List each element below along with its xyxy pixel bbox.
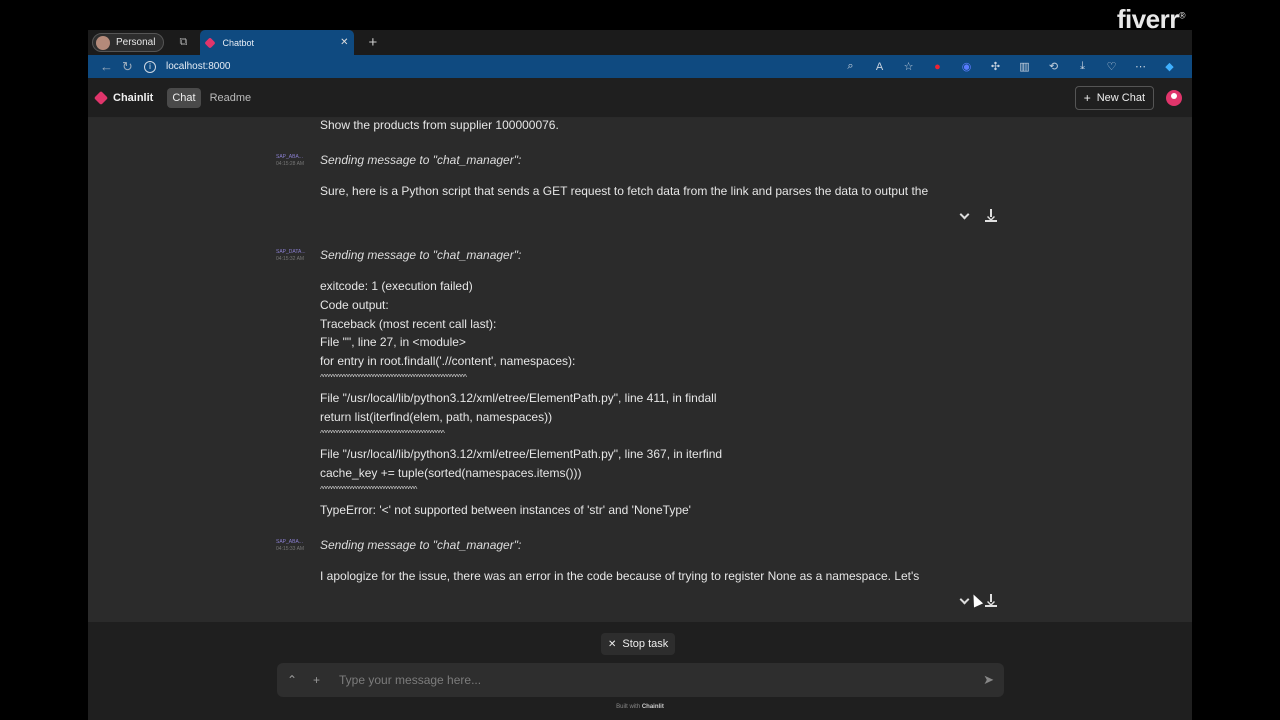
url-text: localhost:8000 [166, 61, 231, 72]
favorite-star-icon[interactable]: ☆ [894, 60, 923, 73]
message-composer: ⌃ + ➤ [277, 663, 1004, 697]
copilot-icon[interactable]: ◆ [1155, 60, 1184, 73]
message-header: Sending message to "chat_manager": [320, 153, 522, 167]
new-chat-label: New Chat [1096, 91, 1145, 104]
message-author: SAP_ABA... 04:15:28 AM [276, 154, 305, 167]
extension-red-icon[interactable]: ● [923, 61, 952, 73]
message-header: Sending message to "chat_manager": [320, 248, 522, 262]
send-icon[interactable]: ➤ [983, 672, 994, 688]
message-line: ^^^^^^^^^^^^^^^^^^^^^^^^^^^^^^^^^^^ [320, 485, 417, 494]
mouse-cursor-icon [968, 592, 984, 608]
new-chat-button[interactable]: + New Chat [1074, 85, 1154, 110]
extension-blue-icon[interactable]: ◉ [952, 60, 981, 73]
more-icon[interactable]: ⋯ [1126, 60, 1155, 73]
close-icon: ✕ [608, 638, 617, 650]
downloads-icon[interactable]: ⤓ [1068, 60, 1097, 73]
message-line: I apologize for the issue, there was an … [320, 569, 920, 583]
logo-text: Chainlit [113, 91, 154, 104]
chainlit-footer-brand: Chainlit [641, 704, 664, 710]
stop-task-label: Stop task [622, 638, 669, 650]
attach-plus-icon[interactable]: + [313, 673, 339, 687]
screen: fiverr® Personal ⧉ Chatbot ✕ + ← ↻ i loc… [0, 0, 1280, 720]
nav-readme[interactable]: Readme [205, 88, 257, 108]
download-icon[interactable] [985, 209, 997, 222]
chat-thread: Show the products from supplier 10000007… [88, 118, 1192, 622]
new-tab-button[interactable]: + [368, 34, 377, 51]
message-line: TypeError: '<' not supported between ins… [320, 503, 691, 517]
workspaces-icon[interactable]: ⧉ [170, 36, 196, 49]
message-author: SAP_ABA... 04:15:33 AM [276, 539, 305, 552]
built-with-footer: Built with Chainlit [616, 704, 664, 710]
tab-strip: Personal ⧉ Chatbot ✕ + [88, 30, 1192, 55]
message-line: ^^^^^^^^^^^^^^^^^^^^^^^^^^^^^^^^^^^^^^^^… [320, 429, 445, 438]
message-line: File "/usr/local/lib/python3.12/xml/etre… [320, 391, 717, 405]
message-line: return list(iterfind(elem, path, namespa… [320, 410, 553, 424]
message-author: SAP_DATA... 04:15:32 AM [276, 249, 306, 262]
message-line: exitcode: 1 (execution failed) [320, 279, 473, 293]
chainlit-logo[interactable]: Chainlit [93, 90, 154, 105]
message-timestamp: 04:15:33 AM [276, 546, 305, 552]
composer-area: ✕ Stop task ⌃ + ➤ Built with Chainlit [88, 622, 1192, 720]
message-header: Sending message to "chat_manager": [320, 538, 522, 552]
back-icon[interactable]: ← [96, 59, 117, 74]
refresh-icon[interactable]: ↻ [117, 59, 138, 75]
message-timestamp: 04:15:28 AM [276, 161, 305, 167]
split-screen-icon[interactable]: ▥ [1010, 60, 1039, 73]
zoom-icon[interactable]: ⌕ [836, 60, 865, 73]
expand-chevron-icon[interactable] [959, 209, 970, 220]
extensions-icon[interactable]: ✣ [981, 60, 1010, 73]
message-line: Code output: [320, 298, 389, 312]
message-input[interactable] [339, 673, 984, 687]
nav-chat[interactable]: Chat [167, 87, 201, 108]
history-icon[interactable]: ⟲ [1039, 60, 1068, 73]
chainlit-favicon-icon [204, 36, 217, 49]
message-timestamp: 04:15:32 AM [276, 256, 305, 262]
chainlit-logo-icon [93, 90, 109, 105]
message-line: cache_key += tuple(sorted(namespaces.ite… [320, 466, 582, 480]
message-line: ^^^^^^^^^^^^^^^^^^^^^^^^^^^^^^^^^^^^^^^^… [320, 373, 467, 382]
profile-label: Personal [116, 37, 156, 48]
message-line: Sure, here is a Python script that sends… [320, 184, 929, 198]
message-line: File "/usr/local/lib/python3.12/xml/etre… [320, 447, 723, 461]
tab-close-icon[interactable]: ✕ [340, 37, 348, 48]
app-header: Chainlit Chat Readme + New Chat [88, 78, 1192, 118]
browser-window: Personal ⧉ Chatbot ✕ + ← ↻ i localhost:8… [88, 30, 1192, 720]
tab-chatbot[interactable]: Chatbot ✕ [200, 30, 355, 55]
stop-task-button[interactable]: ✕ Stop task [601, 633, 676, 655]
user-avatar[interactable] [1166, 89, 1182, 106]
browser-toolbar: ⌕ A ☆ ● ◉ ✣ ▥ ⟲ ⤓ ♡ ⋯ ◆ [836, 60, 1184, 73]
read-aloud-icon[interactable]: A [865, 61, 894, 73]
message-line: File "", line 27, in <module> [320, 335, 466, 349]
profile-button[interactable]: Personal [92, 33, 165, 52]
plus-icon: + [1083, 90, 1091, 105]
site-info-icon[interactable]: i [144, 60, 156, 73]
download-icon[interactable] [985, 594, 997, 607]
user-message: Show the products from supplier 10000007… [320, 118, 559, 132]
message-line: Traceback (most recent call last): [320, 317, 497, 331]
settings-chevrons-icon[interactable]: ⌃ [287, 673, 313, 687]
message-line: for entry in root.findall('.//content', … [320, 354, 576, 368]
profile-avatar [96, 35, 110, 50]
tab-title: Chatbot [222, 37, 254, 48]
performance-icon[interactable]: ♡ [1097, 60, 1126, 73]
address-bar-row: ← ↻ i localhost:8000 ⌕ A ☆ ● ◉ ✣ ▥ ⟲ ⤓ ♡… [88, 55, 1192, 78]
address-bar[interactable]: i localhost:8000 [144, 57, 836, 76]
